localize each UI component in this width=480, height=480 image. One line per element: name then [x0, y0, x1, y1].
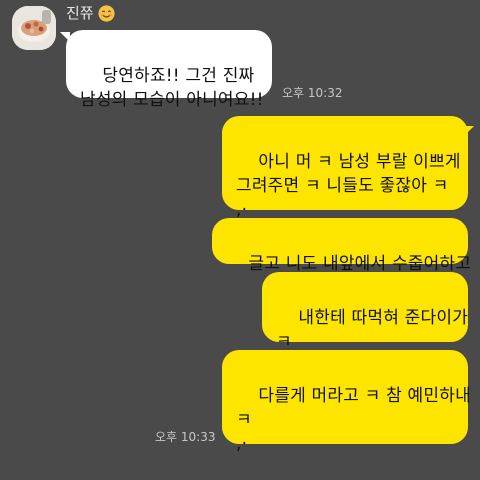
outgoing-message-bubble[interactable]: 아니 머 ㅋ 남성 부랄 이쁘게 그려주면 ㅋ 니들도 좋잖아 ㅋ ,· [222, 116, 468, 220]
sender-header: 진쮸 [66, 4, 115, 22]
outgoing-message-bubble[interactable]: 내한테 따먹혀 준다이가 ㅋ [262, 272, 468, 352]
message-timestamp: 오후 10:32 [282, 86, 343, 100]
message-timestamp: 오후 10:33 [155, 430, 216, 444]
message-text: 글고 니도 내앞에서 수줍어하고 [248, 254, 472, 274]
message-text: 당연하죠!! 그건 진짜 남성의 모습이 아니여요!! [80, 66, 264, 110]
sender-avatar[interactable] [12, 6, 56, 50]
sender-name: 진쮸 [66, 4, 94, 22]
incoming-message-bubble[interactable]: 당연하죠!! 그건 진짜 남성의 모습이 아니여요!! [66, 30, 272, 110]
message-text: 내한테 따먹혀 준다이가 ㅋ [276, 308, 469, 352]
smiling-face-emoji-icon [98, 4, 115, 22]
message-text: 아니 머 ㅋ 남성 부랄 이쁘게 그려주면 ㅋ 니들도 좋잖아 ㅋ ,· [236, 152, 461, 220]
avatar-photo-icon [12, 6, 56, 50]
outgoing-message-bubble[interactable]: 글고 니도 내앞에서 수줍어하고 [212, 218, 471, 274]
outgoing-message-bubble[interactable]: 다를게 머라고 ㅋ 참 예민하내 ㅋ ,· [222, 350, 471, 454]
message-text: 다를게 머라고 ㅋ 참 예민하내 ㅋ ,· [236, 386, 471, 454]
